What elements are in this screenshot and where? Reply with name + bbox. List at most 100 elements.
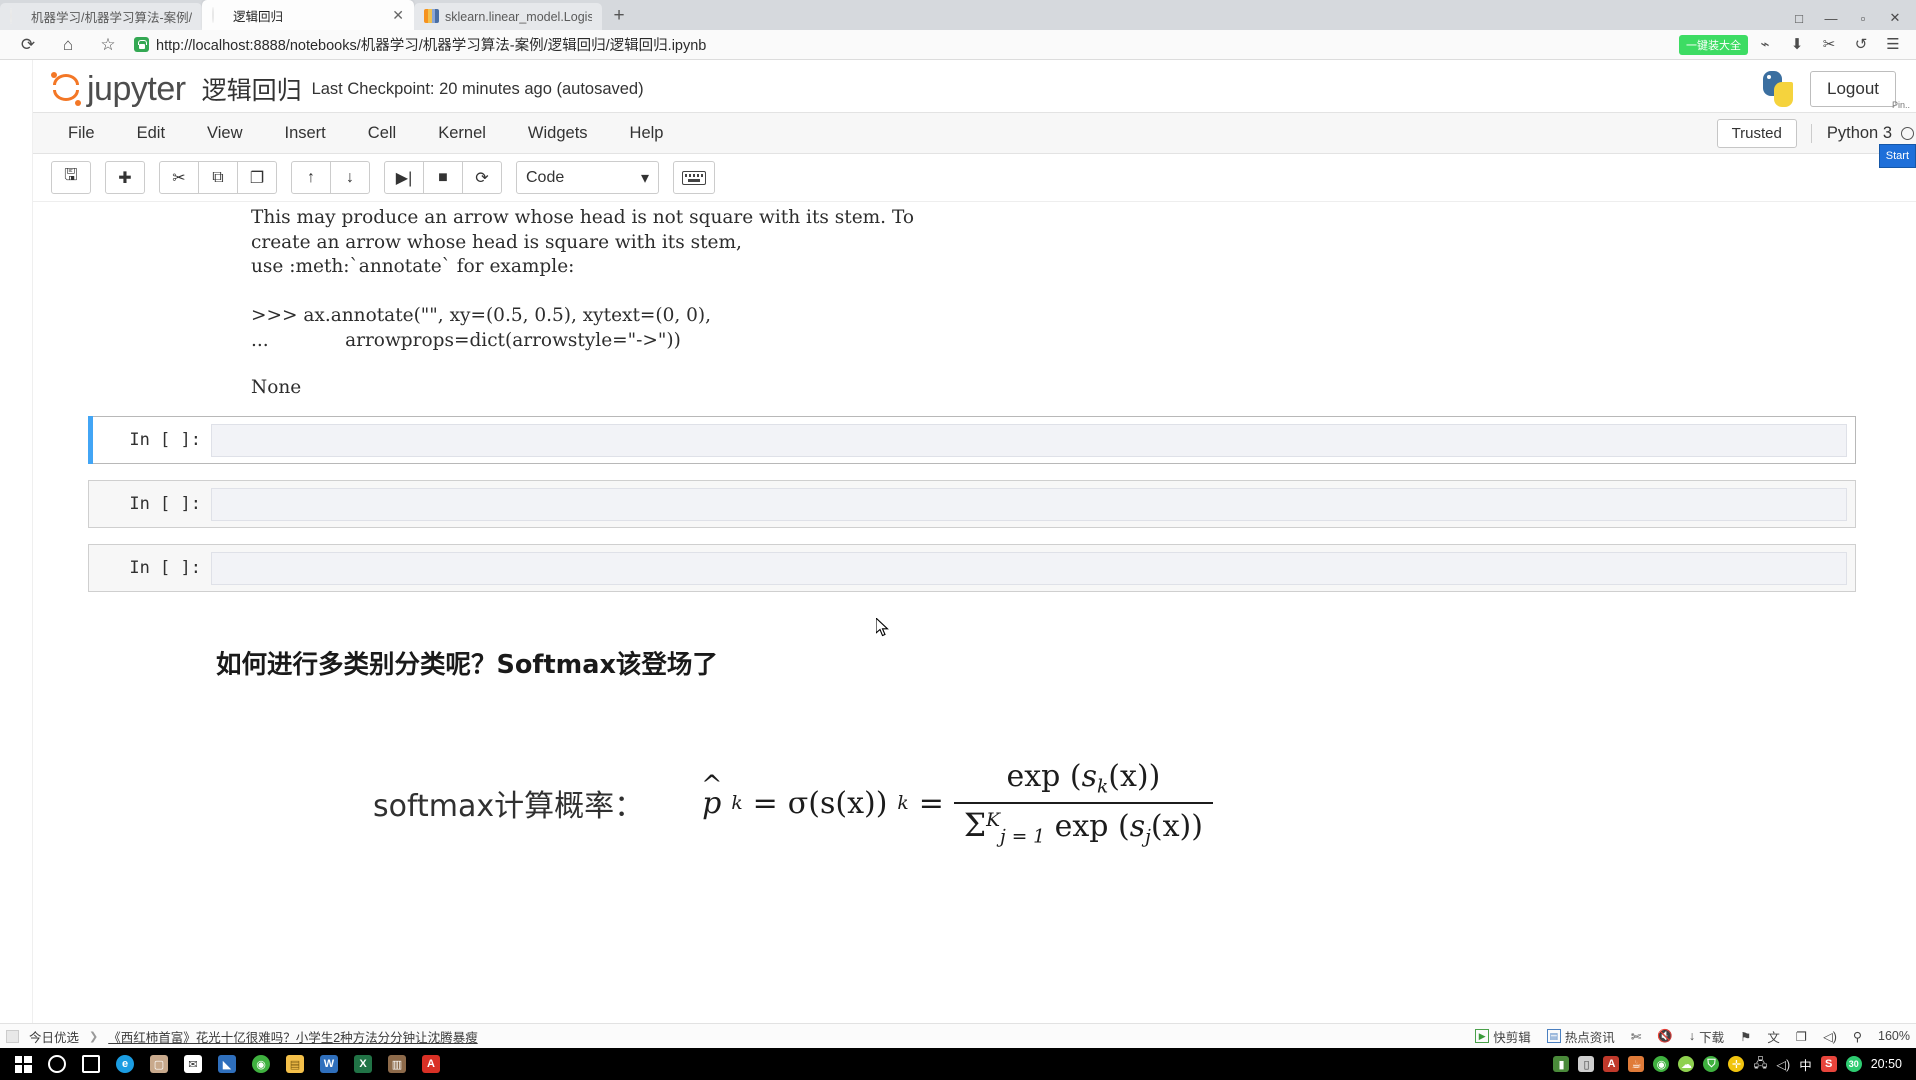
pdf-icon[interactable]: A xyxy=(414,1048,448,1080)
excel-icon[interactable]: X xyxy=(346,1048,380,1080)
output-line-2: create an arrow whose head is square wit… xyxy=(251,231,742,253)
sound-button[interactable]: ◁) xyxy=(1823,1029,1837,1044)
file-explorer-icon[interactable]: ▤ xyxy=(278,1048,312,1080)
reload-icon[interactable]: ⟳ xyxy=(8,36,48,53)
tray-volume-icon[interactable]: ◁) xyxy=(1776,1057,1790,1072)
code-cell-1-input[interactable] xyxy=(211,423,1847,457)
download-label: 下载 xyxy=(1699,1030,1725,1045)
new-tab-button[interactable]: + xyxy=(602,5,636,30)
insert-cell-below-button[interactable]: ✚ xyxy=(105,161,145,194)
code-cell-3[interactable]: In [ ]: xyxy=(88,544,1856,593)
tray-pdf-icon[interactable]: A xyxy=(1603,1056,1620,1072)
menu-widgets[interactable]: Widgets xyxy=(507,116,609,151)
side-start-button[interactable]: Start xyxy=(1878,144,1916,168)
chevron-right-icon[interactable]: ❯ xyxy=(89,1030,98,1043)
paste-cell-button[interactable]: ❐ xyxy=(237,161,277,194)
window-close-icon[interactable]: ✕ xyxy=(1880,10,1910,26)
browser-tab-1[interactable]: 机器学习/机器学习算法-案例/逻 xyxy=(0,3,202,30)
menu-file[interactable]: File xyxy=(47,116,116,151)
zoom-level-indicator[interactable]: 160% xyxy=(1878,1029,1910,1043)
browser-tab-3[interactable]: sklearn.linear_model.Logistic xyxy=(414,3,602,30)
hot-news-button[interactable]: ▤ 热点资讯 xyxy=(1546,1027,1615,1046)
run-cell-button[interactable]: ▶| xyxy=(384,161,424,194)
code-cell-2-input[interactable] xyxy=(211,487,1847,521)
notebook-name[interactable]: 逻辑回归 xyxy=(202,71,302,107)
word-icon[interactable]: W xyxy=(312,1048,346,1080)
notebook-body: This may produce an arrow whose head is … xyxy=(33,202,1916,962)
close-icon[interactable]: ✕ xyxy=(384,7,404,24)
menu-cell[interactable]: Cell xyxy=(347,116,417,151)
browser-tab-2[interactable]: 逻辑回归 ✕ xyxy=(202,0,414,30)
tray-cloud-icon[interactable]: ☁ xyxy=(1678,1056,1695,1072)
tray-java-icon[interactable]: ☕ xyxy=(1628,1056,1645,1072)
menu-view[interactable]: View xyxy=(186,116,263,151)
jupyter-menu-bar: File Edit View Insert Cell Kernel Widget… xyxy=(33,112,1916,154)
download-button[interactable]: ↓ 下载 xyxy=(1689,1027,1724,1046)
menu-edit[interactable]: Edit xyxy=(116,116,186,151)
tray-app-icon[interactable]: ▮ xyxy=(1553,1056,1570,1072)
side-pin-label[interactable]: Pin.. xyxy=(1886,100,1916,110)
restart-kernel-button[interactable]: ⟳ xyxy=(462,161,502,194)
screenshot-button[interactable]: ✄ xyxy=(1631,1029,1641,1044)
jupyter-logo[interactable]: jupyter xyxy=(51,70,186,109)
news-headline-link[interactable]: 《西红柿首富》花光十亿很难吗？小学生2种方法分分钟让沈腾暴瘦 xyxy=(108,1027,477,1046)
tray-device-icon[interactable]: ▯ xyxy=(1578,1056,1595,1072)
taskbar-clock[interactable]: 20:50 xyxy=(1871,1057,1902,1071)
store-icon[interactable]: ▢ xyxy=(142,1048,176,1080)
move-cell-down-button[interactable]: ↓ xyxy=(330,161,370,194)
tray-360-icon[interactable]: ◉ xyxy=(1653,1056,1670,1072)
tray-temp-icon[interactable]: 30 xyxy=(1845,1056,1862,1072)
interrupt-kernel-button[interactable]: ■ xyxy=(423,161,463,194)
window-minimize-icon[interactable]: — xyxy=(1816,11,1846,26)
formula-p-hat: p xyxy=(702,786,721,821)
extension-icon[interactable]: ✂ xyxy=(1814,37,1844,52)
flag-button[interactable]: ⚑ xyxy=(1740,1029,1751,1044)
browser-tab-3-title: sklearn.linear_model.Logistic xyxy=(445,9,592,24)
code-cell-1[interactable]: In [ ]: xyxy=(88,416,1856,465)
tray-network-icon[interactable]: 🖧 xyxy=(1753,1054,1767,1075)
code-cell-2[interactable]: In [ ]: xyxy=(88,480,1856,529)
address-bar[interactable]: http://localhost:8888/notebooks/机器学习/机器学… xyxy=(134,34,1671,56)
search-button[interactable]: ⚲ xyxy=(1853,1029,1862,1044)
app-icon-blue[interactable]: ◣ xyxy=(210,1048,244,1080)
move-cell-up-button[interactable]: ↑ xyxy=(291,161,331,194)
toolbar-group-clipboard: ✂ ⧉ ❐ xyxy=(159,161,277,194)
copy-cell-button[interactable]: ⧉ xyxy=(198,161,238,194)
menu-insert[interactable]: Insert xyxy=(264,116,347,151)
tray-shield-icon[interactable]: ⛉ xyxy=(1703,1056,1720,1072)
star-icon[interactable]: ☆ xyxy=(88,36,128,53)
download-icon[interactable]: ⬇ xyxy=(1782,37,1812,52)
menu-kernel[interactable]: Kernel xyxy=(417,116,507,151)
menu-icon[interactable]: ☰ xyxy=(1878,37,1908,52)
translate-button[interactable]: 文 xyxy=(1767,1027,1780,1046)
media-icon[interactable]: ▥ xyxy=(380,1048,414,1080)
history-back-icon[interactable]: ↺ xyxy=(1846,37,1876,52)
tray-ime-icon[interactable]: 中 xyxy=(1799,1055,1812,1074)
cell-type-select[interactable]: Code ▾ xyxy=(516,161,659,194)
command-palette-button[interactable] xyxy=(673,161,715,194)
extension-badge[interactable]: 一键装大全 xyxy=(1679,34,1748,55)
trusted-badge[interactable]: Trusted xyxy=(1716,118,1797,148)
browser-360-icon[interactable]: ◉ xyxy=(244,1048,278,1080)
code-cell-3-input[interactable] xyxy=(211,551,1847,585)
share-icon[interactable]: ⌁ xyxy=(1750,37,1780,52)
markdown-heading[interactable]: 如何进行多类别分类呢？Softmax该登场了 xyxy=(216,644,1916,681)
save-button[interactable]: 🖫 xyxy=(51,161,91,194)
home-icon[interactable]: ⌂ xyxy=(48,36,88,53)
window-button[interactable]: ❐ xyxy=(1796,1029,1807,1044)
tray-sogou-icon[interactable]: S xyxy=(1820,1056,1837,1072)
windows-start-icon[interactable] xyxy=(6,1048,40,1080)
task-view-icon[interactable] xyxy=(74,1048,108,1080)
video-clip-button[interactable]: ▶ 快剪辑 xyxy=(1475,1027,1531,1046)
menu-help[interactable]: Help xyxy=(609,116,685,151)
cut-cell-button[interactable]: ✂ xyxy=(159,161,199,194)
tray-plus-icon[interactable]: ✛ xyxy=(1728,1056,1745,1072)
mail-icon[interactable]: ✉ xyxy=(176,1048,210,1080)
edge-icon[interactable]: e xyxy=(108,1048,142,1080)
kernel-indicator[interactable]: Python 3 xyxy=(1810,123,1914,143)
mute-button[interactable]: 🔇 xyxy=(1657,1029,1673,1044)
cortana-icon[interactable] xyxy=(40,1048,74,1080)
window-restore-icon[interactable]: □ xyxy=(1784,11,1814,26)
window-maximize-icon[interactable]: ▫ xyxy=(1848,11,1878,26)
logout-button[interactable]: Logout xyxy=(1810,71,1896,107)
